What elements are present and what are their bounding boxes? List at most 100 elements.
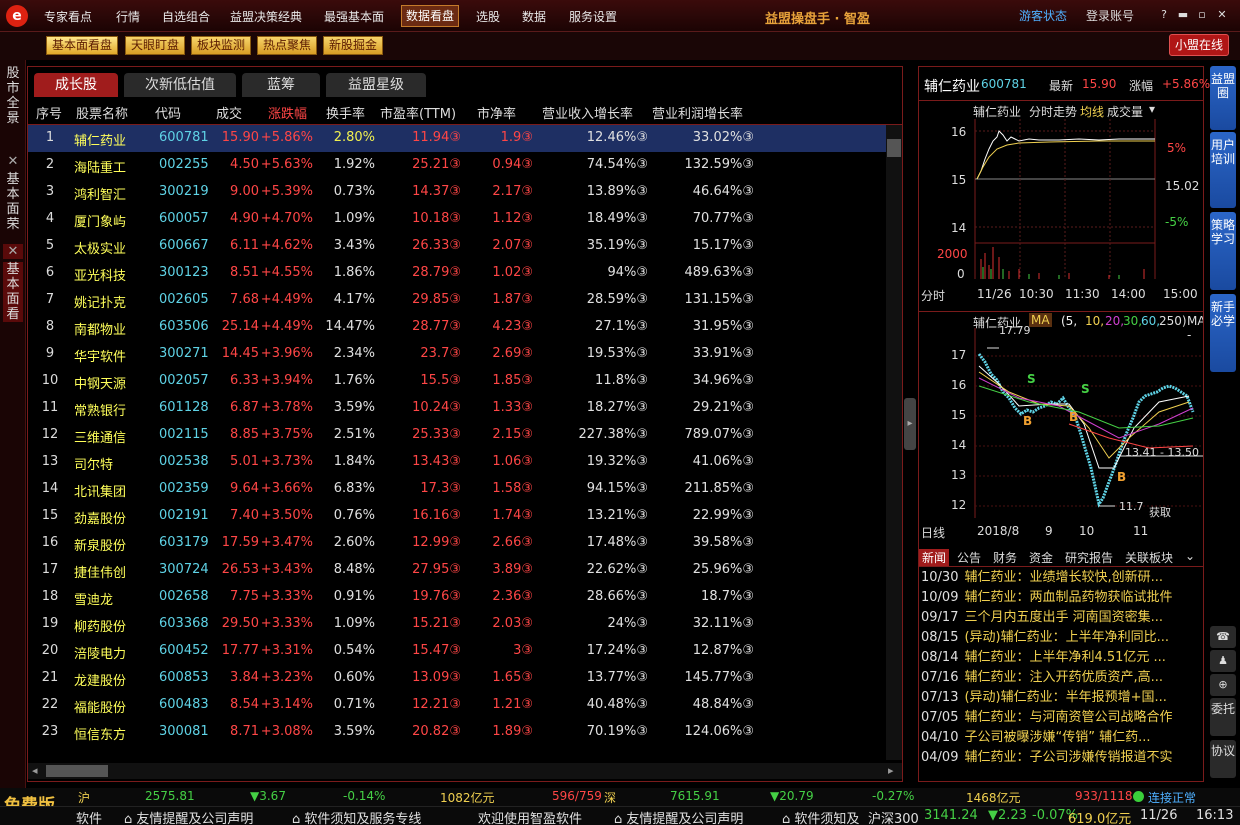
header-col-9[interactable]: 营业利润增长率 <box>652 103 743 122</box>
daily-kline-chart[interactable]: 辅仁药业 MA (5, 10, 20, 30, 60, 250) MA?- <box>919 311 1203 541</box>
user-training-button[interactable]: 用户培训 <box>1210 132 1236 208</box>
vtab-close-icon-2[interactable]: ✕ <box>3 244 23 259</box>
table-row[interactable]: 8 南都物业 603506 25.14 +4.49% 14.47% 28.77③ 4.23③ 2… <box>28 314 886 341</box>
collapse-panel-icon[interactable]: ▸ <box>904 398 916 450</box>
intraday-avg-label[interactable]: 均线 <box>1080 103 1104 120</box>
login-link[interactable]: 登录账号 <box>1086 7 1134 24</box>
subtab-new-low-valuation[interactable]: 次新低估值 <box>124 73 236 97</box>
news-item[interactable]: 07/13 (异动)辅仁药业：半年报预增+国... <box>921 688 1201 708</box>
news-item[interactable]: 07/16 辅仁药业：注入开药优质资产,高... <box>921 668 1201 688</box>
news-item[interactable]: 10/30 辅仁药业：业绩增长较快,创新研... <box>921 568 1201 588</box>
table-row[interactable]: 17 捷佳伟创 300724 26.53 +3.43% 8.48% 27.95③ 3.89③ 2… <box>28 557 886 584</box>
ticker-item-1[interactable]: ⌂ 友情提醒及公司声明 <box>124 808 253 825</box>
ticker-item-4[interactable]: ⌂ 友情提醒及公司声明 <box>614 808 743 825</box>
intraday-chart[interactable]: 辅仁药业 分时走势 均线 成交量 ▾ 16 15 14 5% 15.02 -5%… <box>919 101 1203 303</box>
guest-status-link[interactable]: 游客状态 <box>1019 7 1067 24</box>
table-row[interactable]: 19 柳药股份 603368 29.50 +3.33% 1.09% 15.21③ 2.03③ 2… <box>28 611 886 638</box>
news-tab-news[interactable]: 新闻 <box>919 549 950 566</box>
entrust-button[interactable]: 委托 <box>1210 698 1236 736</box>
table-row[interactable]: 10 中钢天源 002057 6.33 +3.94% 1.76% 15.5③ 1.85③ 11.… <box>28 368 886 395</box>
tool-eye-monitor-button[interactable]: 天眼盯盘 <box>125 36 186 55</box>
menu-data-view[interactable]: 数据看盘 <box>401 5 460 27</box>
news-item[interactable]: 08/14 辅仁药业：上半年净利4.51亿元 ... <box>921 648 1201 668</box>
menu-data[interactable]: 数据 <box>518 7 550 27</box>
table-row[interactable]: 13 司尔特 002538 5.01 +3.73% 1.84% 13.43③ 1.06③ 19.… <box>28 449 886 476</box>
news-tab-finance[interactable]: 财务 <box>993 549 1017 566</box>
header-col-0[interactable]: 序号 <box>36 103 62 122</box>
subtab-blue-chip[interactable]: 蓝筹 <box>242 73 320 97</box>
vertical-scrollbar[interactable] <box>886 125 902 760</box>
table-row[interactable]: 18 雪迪龙 002658 7.75 +3.33% 0.91% 19.76③ 2.36③ 28.… <box>28 584 886 611</box>
yimeng-circle-button[interactable]: 益盟圈 <box>1210 66 1236 130</box>
horizontal-scroll-thumb[interactable] <box>46 765 108 777</box>
news-tab-announcement[interactable]: 公告 <box>957 549 981 566</box>
vtab-close-icon[interactable]: ✕ <box>3 154 23 169</box>
table-row[interactable]: 5 太极实业 600667 6.11 +4.62% 3.43% 26.33③ 2.07③ 35.… <box>28 233 886 260</box>
news-item[interactable]: 09/17 三个月内五度出手 河南国资密集... <box>921 608 1201 628</box>
table-row[interactable]: 3 鸿利智汇 300219 9.00 +5.39% 0.73% 14.37③ 2.17③ 13.… <box>28 179 886 206</box>
header-col-1[interactable]: 股票名称 <box>76 103 128 122</box>
header-col-4[interactable]: 涨跌幅 <box>268 103 307 122</box>
online-service-button[interactable]: 小盟在线 <box>1169 34 1230 56</box>
header-col-6[interactable]: 市盈率(TTM) <box>380 103 456 122</box>
menu-expert[interactable]: 专家看点 <box>40 7 96 27</box>
table-row[interactable]: 1 辅仁药业 600781 15.90 +5.86% 2.80% 11.94③ 1.9③ 12.… <box>28 125 886 152</box>
header-col-7[interactable]: 市净率 <box>477 103 516 122</box>
table-row[interactable]: 16 新泉股份 603179 17.59 +3.47% 2.60% 12.99③ 2.66③ 1… <box>28 530 886 557</box>
menu-fundamental[interactable]: 最强基本面 <box>320 7 388 27</box>
table-row[interactable]: 23 恒信东方 300081 8.71 +3.08% 3.59% 20.82③ 1.89③ 70… <box>28 719 886 746</box>
table-row[interactable]: 15 劲嘉股份 002191 7.40 +3.50% 0.76% 16.16③ 1.74③ 13… <box>28 503 886 530</box>
intraday-mode-label[interactable]: 分时走势 <box>1029 103 1077 120</box>
close-icon[interactable]: ✕ <box>1215 8 1229 22</box>
connection-status-text[interactable]: 连接正常 <box>1148 789 1196 806</box>
daily-mode-label[interactable]: 日线 <box>921 524 945 541</box>
ticker-item-2[interactable]: ⌂ 软件须知及服务专线 <box>292 808 421 825</box>
menu-watchlist[interactable]: 自选组合 <box>158 7 214 27</box>
phone-icon[interactable]: ☎ <box>1210 626 1236 648</box>
table-row[interactable]: 4 厦门象屿 600057 4.90 +4.70% 1.09% 10.18③ 1.12③ 18.… <box>28 206 886 233</box>
beginner-button[interactable]: 新手必学 <box>1210 294 1236 372</box>
menu-stock-pick[interactable]: 选股 <box>472 7 504 27</box>
header-col-3[interactable]: 成交 <box>216 103 242 122</box>
vtab-market-overview[interactable]: 股市全景 <box>3 66 23 126</box>
agreement-button[interactable]: 协议 <box>1210 740 1236 778</box>
ticker-item-3[interactable]: 欢迎使用智盈软件 <box>478 808 582 825</box>
table-row[interactable]: 2 海陆重工 002255 4.50 +5.63% 1.92% 25.21③ 0.94③ 74.… <box>28 152 886 179</box>
header-col-2[interactable]: 代码 <box>155 103 181 122</box>
scroll-left-icon[interactable]: ◂ <box>32 764 38 777</box>
table-row[interactable]: 11 常熟银行 601128 6.87 +3.78% 3.59% 10.24③ 1.33③ 18… <box>28 395 886 422</box>
table-row[interactable]: 14 北讯集团 002359 9.64 +3.66% 6.83% 17.3③ 1.58③ 94.… <box>28 476 886 503</box>
minimize-icon[interactable]: ▬ <box>1176 8 1190 22</box>
news-item[interactable]: 10/09 辅仁药业：两血制品药物获临试批件 <box>921 588 1201 608</box>
tool-fundamental-view-button[interactable]: 基本面看盘 <box>46 36 119 55</box>
daily-get-label[interactable]: 获取 <box>1149 504 1171 520</box>
menu-decision[interactable]: 益盟决策经典 <box>226 7 306 27</box>
vtab-fundamental-view[interactable]: 基本面看 <box>3 262 23 322</box>
tool-hotspot-button[interactable]: 热点聚焦 <box>257 36 318 55</box>
vertical-scroll-thumb[interactable] <box>887 139 901 157</box>
strategy-learning-button[interactable]: 策略学习 <box>1210 212 1236 290</box>
news-item[interactable]: 04/09 辅仁药业：子公司涉嫌传销报道不实 <box>921 748 1201 768</box>
news-expand-icon[interactable]: ⌄ <box>1185 549 1195 563</box>
header-col-8[interactable]: 营业收入增长率 <box>542 103 633 122</box>
ma-dropdown[interactable]: MA <box>1029 313 1052 327</box>
help-icon[interactable]: ? <box>1157 8 1171 22</box>
table-row[interactable]: 21 龙建股份 600853 3.84 +3.23% 0.60% 13.09③ 1.65③ 13… <box>28 665 886 692</box>
tool-sector-monitor-button[interactable]: 板块监测 <box>191 36 252 55</box>
scroll-right-icon[interactable]: ▸ <box>888 764 894 777</box>
news-item[interactable]: 07/05 辅仁药业：与河南资管公司战略合作 <box>921 708 1201 728</box>
table-row[interactable]: 22 福能股份 600483 8.54 +3.14% 0.71% 12.21③ 1.21③ 40… <box>28 692 886 719</box>
intraday-time-mode-label[interactable]: 分时 <box>921 287 945 304</box>
person-icon[interactable]: ♟ <box>1210 650 1236 672</box>
table-row[interactable]: 12 三维通信 002115 8.85 +3.75% 2.51% 25.33③ 2.15③ 22… <box>28 422 886 449</box>
table-row[interactable]: 6 亚光科技 300123 8.51 +4.55% 1.86% 28.79③ 1.02③ 94%… <box>28 260 886 287</box>
table-row[interactable]: 9 华宇软件 300271 14.45 +3.96% 2.34% 23.7③ 2.69③ 19.… <box>28 341 886 368</box>
news-tab-related[interactable]: 关联板块 <box>1125 549 1173 566</box>
header-col-5[interactable]: 换手率 <box>326 103 365 122</box>
menu-settings[interactable]: 服务设置 <box>565 7 621 27</box>
table-row[interactable]: 7 姚记扑克 002605 7.68 +4.49% 4.17% 29.85③ 1.87③ 28.… <box>28 287 886 314</box>
menu-quotes[interactable]: 行情 <box>112 7 144 27</box>
table-row[interactable]: 20 涪陵电力 600452 17.77 +3.31% 0.54% 15.47③ 3③ 17.2… <box>28 638 886 665</box>
intraday-volume-label[interactable]: 成交量 <box>1107 103 1143 120</box>
subtab-star-rating[interactable]: 益盟星级 <box>326 73 426 97</box>
